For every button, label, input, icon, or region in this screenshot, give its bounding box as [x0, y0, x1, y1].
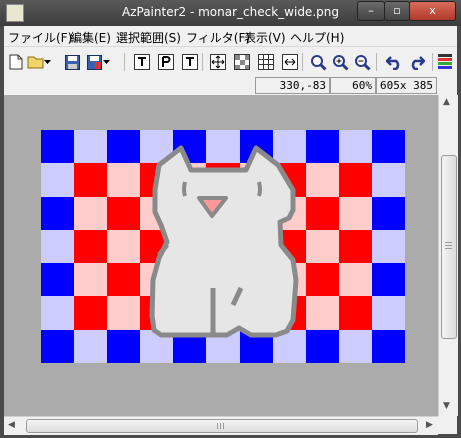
menu-bar: ファイル(F) 編集(E) 選択範囲(S) フィルタ(F) 表示(V) ヘルプ(…: [4, 26, 457, 46]
checker-tile: [74, 230, 107, 263]
menu-help[interactable]: ヘルプ(H): [290, 29, 344, 46]
menu-filter[interactable]: フィルタ(F): [186, 29, 250, 46]
status-bar: 330,-83 60% 605x 385: [4, 77, 457, 95]
dropdown-arrow-icon[interactable]: [101, 52, 111, 72]
horizontal-scrollbar[interactable]: ◀ ▶: [4, 416, 438, 435]
checker-tile: [372, 296, 405, 330]
cat-right-eye: [257, 181, 262, 197]
minimize-button[interactable]: –: [357, 1, 385, 21]
menu-view[interactable]: 表示(V): [244, 29, 286, 46]
toolbar: [4, 46, 457, 77]
toolbar-separator: [124, 53, 125, 71]
cat-character: [149, 145, 299, 338]
checker-tile: [306, 296, 339, 330]
text-tool-icon[interactable]: [132, 52, 152, 72]
zoom-level: 60%: [330, 77, 376, 94]
save-icon[interactable]: [62, 52, 82, 72]
toolbar-separator: [302, 53, 303, 71]
checker-icon[interactable]: [232, 52, 252, 72]
checker-tile: [107, 296, 140, 330]
checker-tile: [306, 197, 339, 230]
maximize-button[interactable]: ▫: [384, 1, 410, 21]
cat-left-eye: [182, 181, 187, 197]
checker-tile: [372, 263, 405, 296]
checker-tile: [339, 263, 372, 296]
checker-tile: [41, 296, 74, 330]
close-button[interactable]: x: [409, 1, 456, 21]
checker-tile: [107, 197, 140, 230]
checker-tile: [41, 230, 74, 263]
checker-tile: [372, 130, 405, 163]
cat-body-outline: [149, 145, 299, 338]
app-window: AzPainter2 - monar_check_wide.png – ▫ x …: [0, 0, 461, 438]
checker-tile: [339, 230, 372, 263]
checker-tile: [339, 330, 372, 363]
vertical-scroll-thumb[interactable]: [441, 155, 457, 339]
title-bar: AzPainter2 - monar_check_wide.png – ▫ x: [0, 0, 461, 26]
checker-tile: [372, 163, 405, 197]
checker-tile: [339, 296, 372, 330]
checker-tile: [306, 130, 339, 163]
grid-icon[interactable]: [256, 52, 276, 72]
fit-window-icon[interactable]: [208, 52, 228, 72]
checker-tile: [107, 163, 140, 197]
checker-tile: [107, 263, 140, 296]
redo-icon[interactable]: [406, 52, 426, 72]
toolbar-separator: [432, 53, 433, 71]
checker-tile: [74, 330, 107, 363]
checker-tile: [74, 130, 107, 163]
scroll-down-icon[interactable]: ▼: [443, 401, 450, 411]
checker-tile: [306, 263, 339, 296]
checker-tile: [107, 230, 140, 263]
scroll-left-icon[interactable]: ◀: [8, 420, 15, 430]
text-italic-icon[interactable]: [180, 52, 200, 72]
checker-tile: [306, 330, 339, 363]
undo-icon[interactable]: [384, 52, 404, 72]
checker-tile: [339, 130, 372, 163]
checker-tile: [339, 197, 372, 230]
horizontal-scroll-thumb[interactable]: [26, 419, 418, 433]
palette-icon[interactable]: [436, 52, 454, 72]
checker-tile: [74, 163, 107, 197]
checker-tile: [306, 230, 339, 263]
menu-edit[interactable]: 編集(E): [70, 29, 111, 46]
checker-tile: [41, 163, 74, 197]
menu-file[interactable]: ファイル(F): [8, 29, 72, 46]
scroll-up-icon[interactable]: ▲: [443, 97, 450, 107]
scrollbar-corner: [438, 416, 457, 434]
checker-tile: [41, 263, 74, 296]
checker-tile: [74, 296, 107, 330]
checker-tile: [41, 130, 74, 163]
checker-tile: [107, 130, 140, 163]
checker-tile: [107, 330, 140, 363]
cursor-coordinates: 330,-83: [255, 77, 330, 94]
checker-tile: [372, 330, 405, 363]
toolbar-separator: [376, 53, 377, 71]
dropdown-arrow-icon[interactable]: [42, 52, 52, 72]
checker-tile: [206, 130, 240, 163]
zoom-in-icon[interactable]: [330, 52, 350, 72]
menu-selection[interactable]: 選択範囲(S): [116, 29, 181, 46]
new-file-icon[interactable]: [6, 52, 26, 72]
scroll-right-icon[interactable]: ▶: [426, 420, 433, 430]
width-fit-icon[interactable]: [280, 52, 300, 72]
checker-tile: [74, 263, 107, 296]
canvas-area[interactable]: [4, 95, 438, 416]
checker-tile: [74, 197, 107, 230]
image-canvas[interactable]: [41, 130, 405, 363]
image-size: 605x 385: [376, 77, 437, 94]
zoom-out-icon[interactable]: [352, 52, 372, 72]
text-bold-icon[interactable]: [156, 52, 176, 72]
checker-tile: [306, 163, 339, 197]
zoom-icon[interactable]: [308, 52, 328, 72]
checker-tile: [339, 163, 372, 197]
checker-tile: [41, 197, 74, 230]
toolbar-separator: [202, 53, 203, 71]
checker-tile: [41, 330, 74, 363]
checker-tile: [273, 130, 306, 163]
checker-tile: [372, 197, 405, 230]
vertical-scrollbar[interactable]: ▲ ▼: [438, 95, 458, 416]
checker-tile: [372, 230, 405, 263]
